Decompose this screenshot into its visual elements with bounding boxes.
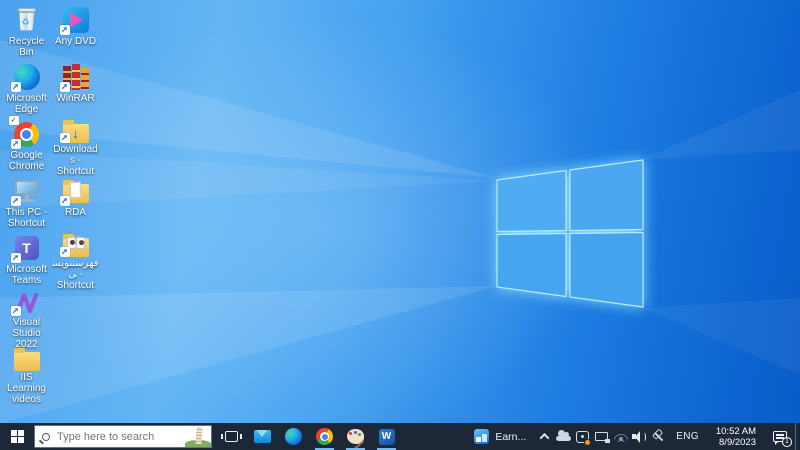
edge-button[interactable] bbox=[278, 423, 309, 450]
edge-icon bbox=[285, 428, 302, 445]
mail-button[interactable] bbox=[247, 423, 278, 450]
desktop-icon-fehrestnevisi-shortcut[interactable]: ➚ فهرستنویسی - Shortcut bbox=[51, 233, 100, 291]
notification-count-badge: 1 bbox=[782, 437, 792, 447]
windows-logo bbox=[496, 159, 644, 308]
shortcut-arrow-icon: ➚ bbox=[10, 253, 21, 263]
word-button[interactable]: W bbox=[371, 423, 402, 450]
taskbar: W Earn... bbox=[0, 423, 800, 450]
shortcut-arrow-icon: ➚ bbox=[59, 247, 70, 257]
system-tray: Earn... ENG 10:52 AM 8/9/2023 1 bbox=[465, 423, 800, 450]
wifi-icon bbox=[613, 431, 628, 442]
desktop-icon-grid: ♻ Recycle Bin ➚ Any DVD ➚ Microsoft Edge… bbox=[2, 5, 100, 405]
taskbar-search[interactable] bbox=[34, 425, 212, 448]
folder-icon bbox=[13, 348, 40, 371]
action-center-button[interactable]: 1 bbox=[765, 423, 795, 450]
icon-label: RDA bbox=[64, 207, 87, 218]
paint-icon bbox=[347, 429, 365, 450]
speaker-icon bbox=[632, 430, 647, 443]
icon-label: Recycle Bin bbox=[8, 36, 45, 58]
icon-label: Downloads - Shortcut bbox=[53, 144, 98, 177]
icon-label: WinRAR bbox=[56, 93, 95, 104]
check-overlay-icon: ✓ bbox=[8, 116, 19, 125]
shortcut-arrow-icon: ➚ bbox=[59, 82, 70, 92]
network-tray-button[interactable] bbox=[611, 423, 630, 450]
shortcut-arrow-icon: ➚ bbox=[10, 196, 21, 206]
word-icon: W bbox=[378, 428, 395, 445]
wallpaper-light-rays bbox=[0, 40, 800, 424]
windows-start-icon bbox=[10, 430, 24, 443]
shortcut-arrow-icon: ➚ bbox=[10, 82, 21, 92]
show-desktop-button[interactable] bbox=[795, 423, 800, 450]
desktop-icon-anydvd[interactable]: ➚ Any DVD bbox=[51, 5, 100, 62]
desktop-screen: ♻ Recycle Bin ➚ Any DVD ➚ Microsoft Edge… bbox=[0, 0, 800, 450]
shortcut-arrow-icon: ➚ bbox=[10, 139, 21, 149]
icon-label: This PC - Shortcut bbox=[5, 207, 48, 229]
desktop-icon-iis-learning-videos[interactable]: IIS Learning videos bbox=[2, 347, 51, 405]
chevron-up-icon bbox=[539, 432, 550, 443]
recycle-bin-icon: ♻ bbox=[17, 8, 37, 32]
icon-label: IIS Learning videos bbox=[7, 372, 46, 405]
volume-tray-button[interactable] bbox=[630, 423, 649, 450]
search-input[interactable] bbox=[57, 430, 185, 443]
shortcut-arrow-icon: ➚ bbox=[59, 25, 70, 35]
icon-label: Microsoft Edge bbox=[6, 93, 47, 115]
news-icon bbox=[474, 429, 490, 444]
desktop-icon-this-pc-shortcut[interactable]: ➚ This PC - Shortcut bbox=[2, 176, 51, 233]
desktop-icon-google-chrome[interactable]: ✓ ➚ Google Chrome bbox=[2, 116, 51, 176]
icon-label: فهرستنویسی - Shortcut bbox=[52, 258, 99, 291]
task-view-icon bbox=[221, 431, 242, 442]
task-view-button[interactable] bbox=[216, 423, 247, 450]
search-icon bbox=[42, 432, 50, 441]
hidden-icons-button[interactable] bbox=[535, 423, 554, 450]
news-and-interests-widget[interactable]: Earn... bbox=[465, 423, 535, 450]
desktop-icon-microsoft-edge[interactable]: ➚ Microsoft Edge bbox=[2, 62, 51, 119]
paint-button[interactable] bbox=[340, 423, 371, 450]
desktop-icon-recycle-bin[interactable]: ♻ Recycle Bin bbox=[2, 5, 51, 62]
shortcut-arrow-icon: ➚ bbox=[10, 306, 21, 316]
icon-label: Google Chrome bbox=[8, 150, 45, 172]
news-headline: Earn... bbox=[495, 430, 527, 443]
desktop-icon-rda[interactable]: ➚ RDA bbox=[51, 176, 100, 233]
shortcut-arrow-icon: ➚ bbox=[59, 133, 70, 143]
taskbar-app-icons: W bbox=[216, 423, 402, 450]
language-indicator[interactable]: ENG bbox=[668, 431, 707, 442]
desktop-icon-winrar[interactable]: ➚ WinRAR bbox=[51, 62, 100, 119]
icon-label: Microsoft Teams bbox=[6, 264, 47, 286]
taskbar-clock[interactable]: 10:52 AM 8/9/2023 bbox=[707, 426, 765, 448]
onedrive-tray-button[interactable] bbox=[554, 423, 573, 450]
notification-dot bbox=[584, 439, 592, 446]
desktop-icon-visual-studio-2022[interactable]: ➚ Visual Studio 2022 bbox=[2, 290, 51, 350]
meet-now-tray-button[interactable] bbox=[573, 423, 592, 450]
chrome-icon bbox=[316, 428, 333, 445]
usb-connector-icon bbox=[650, 428, 667, 445]
search-highlight-tower-icon bbox=[185, 426, 211, 447]
desktop-icon-microsoft-teams[interactable]: T ➚ Microsoft Teams bbox=[2, 233, 51, 290]
desktop-icon-downloads-shortcut[interactable]: ↓ ➚ Downloads - Shortcut bbox=[51, 119, 100, 177]
chrome-button[interactable] bbox=[309, 423, 340, 450]
mail-icon bbox=[254, 430, 271, 443]
icon-label: Any DVD bbox=[54, 36, 97, 47]
cloud-icon bbox=[556, 430, 572, 441]
shortcut-arrow-icon: ➚ bbox=[59, 196, 70, 206]
start-button[interactable] bbox=[0, 423, 34, 450]
usb-tray-button[interactable] bbox=[649, 423, 668, 450]
clock-date: 8/9/2023 bbox=[719, 436, 756, 448]
hardware-tray-button[interactable] bbox=[592, 423, 611, 450]
icon-label: Visual Studio 2022 bbox=[12, 317, 41, 350]
clock-time: 10:52 AM bbox=[715, 425, 756, 437]
safely-remove-hardware-icon bbox=[595, 432, 611, 443]
